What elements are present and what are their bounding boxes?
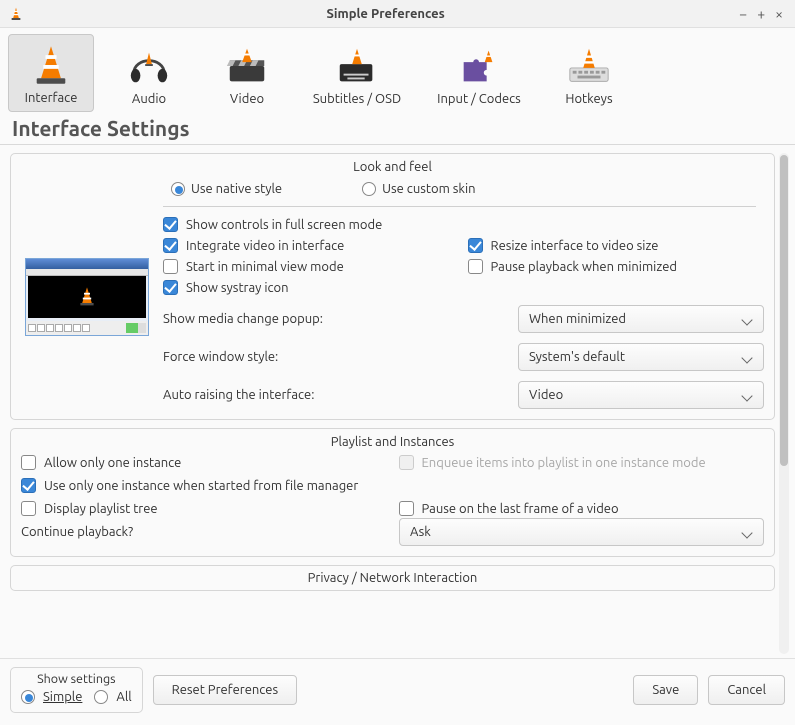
chevron-down-icon bbox=[743, 527, 753, 537]
select-media-change-popup[interactable]: When minimized bbox=[518, 305, 764, 333]
tab-video[interactable]: Video bbox=[204, 34, 290, 112]
radio-icon bbox=[94, 690, 108, 704]
footer: Show settings Simple All Reset Preferenc… bbox=[0, 658, 795, 725]
app-icon bbox=[8, 6, 24, 22]
tab-audio[interactable]: Audio bbox=[106, 34, 192, 112]
tab-hotkeys[interactable]: Hotkeys bbox=[546, 34, 632, 112]
subtitles-icon bbox=[329, 44, 385, 88]
chevron-down-icon bbox=[743, 314, 753, 324]
group-title-look-and-feel: Look and feel bbox=[21, 160, 764, 174]
radio-native-style[interactable]: Use native style bbox=[171, 182, 282, 196]
category-toolbar: Interface Audio bbox=[0, 28, 795, 116]
puzzle-icon bbox=[451, 44, 507, 88]
checkbox-icon bbox=[21, 455, 36, 470]
group-playlist-instances: Playlist and Instances Allow only one in… bbox=[10, 428, 775, 557]
headphones-icon bbox=[121, 44, 177, 88]
radio-icon bbox=[21, 690, 35, 704]
settings-scroll-area: Look and feel bbox=[10, 153, 775, 654]
cancel-button[interactable]: Cancel bbox=[708, 675, 785, 705]
label-continue-playback: Continue playback? bbox=[21, 525, 393, 539]
show-settings-label: Show settings bbox=[21, 672, 132, 686]
reset-preferences-button[interactable]: Reset Preferences bbox=[153, 675, 297, 705]
check-integrate-video[interactable]: Integrate video in interface bbox=[163, 238, 460, 253]
cone-icon bbox=[23, 43, 79, 87]
tab-subtitles[interactable]: Subtitles / OSD bbox=[302, 34, 412, 112]
check-one-instance-file-manager[interactable]: Use only one instance when started from … bbox=[21, 478, 764, 493]
checkbox-icon bbox=[399, 455, 414, 470]
radio-all[interactable]: All bbox=[94, 690, 131, 704]
check-pause-last-frame[interactable]: Pause on the last frame of a video bbox=[399, 501, 765, 516]
page-title: Interface Settings bbox=[0, 116, 795, 144]
group-privacy-network: Privacy / Network Interaction bbox=[10, 565, 775, 591]
label-force-window-style: Force window style: bbox=[163, 350, 510, 364]
titlebar: Simple Preferences − + × bbox=[0, 0, 795, 28]
radio-icon bbox=[171, 182, 185, 196]
radio-custom-skin[interactable]: Use custom skin bbox=[362, 182, 475, 196]
group-title-playlist: Playlist and Instances bbox=[21, 435, 764, 449]
window-title: Simple Preferences bbox=[32, 7, 739, 21]
minimize-button[interactable]: − bbox=[739, 6, 747, 22]
group-look-and-feel: Look and feel bbox=[10, 153, 775, 420]
select-continue-playback[interactable]: Ask bbox=[399, 518, 764, 546]
check-start-minimal[interactable]: Start in minimal view mode bbox=[163, 259, 460, 274]
label-media-change-popup: Show media change popup: bbox=[163, 312, 510, 326]
checkbox-icon bbox=[21, 478, 36, 493]
check-show-systray[interactable]: Show systray icon bbox=[163, 280, 460, 295]
checkbox-icon bbox=[468, 238, 483, 253]
show-settings-box: Show settings Simple All bbox=[10, 667, 143, 713]
check-only-one-instance[interactable]: Allow only one instance bbox=[21, 455, 387, 470]
interface-preview bbox=[21, 180, 153, 409]
label-auto-raising: Auto raising the interface: bbox=[163, 388, 510, 402]
check-display-playlist-tree[interactable]: Display playlist tree bbox=[21, 501, 387, 516]
check-enqueue-one-instance: Enqueue items into playlist in one insta… bbox=[399, 455, 765, 470]
clapper-icon bbox=[219, 44, 275, 88]
scrollbar-thumb[interactable] bbox=[780, 155, 788, 466]
select-auto-raising[interactable]: Video bbox=[518, 381, 764, 409]
checkbox-icon bbox=[21, 501, 36, 516]
check-resize-interface[interactable]: Resize interface to video size bbox=[468, 238, 765, 253]
divider bbox=[0, 144, 795, 145]
preferences-window: Simple Preferences − + × Interface bbox=[0, 0, 795, 725]
checkbox-icon bbox=[163, 259, 178, 274]
checkbox-icon bbox=[163, 280, 178, 295]
save-button[interactable]: Save bbox=[633, 675, 698, 705]
tab-input-codecs[interactable]: Input / Codecs bbox=[424, 34, 534, 112]
radio-simple[interactable]: Simple bbox=[21, 690, 82, 704]
tab-interface[interactable]: Interface bbox=[8, 34, 94, 112]
check-show-controls-fullscreen[interactable]: Show controls in full screen mode bbox=[163, 217, 460, 232]
maximize-button[interactable]: + bbox=[757, 6, 765, 22]
checkbox-icon bbox=[468, 259, 483, 274]
checkbox-icon bbox=[163, 217, 178, 232]
close-button[interactable]: × bbox=[775, 6, 783, 22]
radio-icon bbox=[362, 182, 376, 196]
select-force-window-style[interactable]: System's default bbox=[518, 343, 764, 371]
check-pause-minimized[interactable]: Pause playback when minimized bbox=[468, 259, 765, 274]
keyboard-icon bbox=[561, 44, 617, 88]
checkbox-icon bbox=[163, 238, 178, 253]
chevron-down-icon bbox=[743, 390, 753, 400]
checkbox-icon bbox=[399, 501, 414, 516]
vertical-scrollbar[interactable] bbox=[779, 153, 789, 654]
chevron-down-icon bbox=[743, 352, 753, 362]
